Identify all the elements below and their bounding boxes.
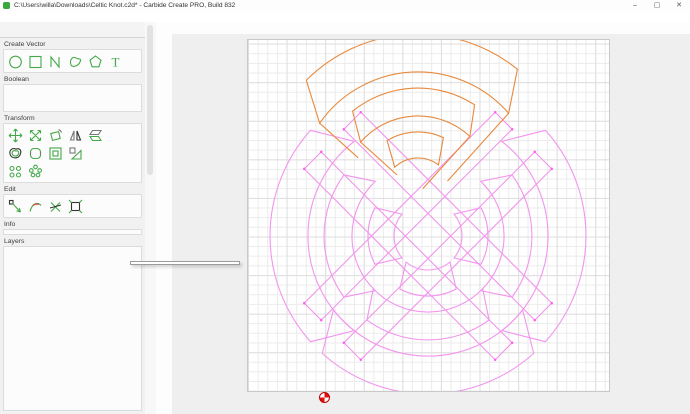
menu-bar (0, 11, 690, 22)
panel-scrollbar-thumb[interactable] (147, 25, 153, 175)
vector-group-pink[interactable] (269, 109, 587, 391)
maximize-button[interactable]: ▢ (646, 0, 668, 11)
close-button[interactable]: ✕ (668, 0, 690, 11)
rectangle-icon[interactable] (27, 53, 44, 69)
create-vector-title: Create Vector (4, 41, 46, 48)
boundary-box-icon[interactable] (67, 198, 84, 214)
info-title: Info (4, 221, 16, 228)
stock-area[interactable] (247, 39, 610, 403)
move-icon[interactable] (7, 127, 24, 143)
transform-section: Transform (0, 112, 145, 183)
create-vector-section: Create Vector T (0, 38, 145, 73)
info-section: Info (0, 218, 145, 235)
rotate-icon[interactable] (47, 127, 64, 143)
window-title: C:\Users\willa\Downloads\Celtic Knot.c2d… (14, 2, 236, 9)
svg-text:T: T (112, 54, 120, 69)
minimize-button[interactable]: – (624, 0, 646, 11)
app-icon (3, 2, 10, 9)
layers-title: Layers (4, 238, 25, 245)
tab-bar (0, 22, 145, 38)
text-icon[interactable]: T (107, 53, 124, 69)
edit-section: Edit (0, 183, 145, 218)
trim-vectors-icon[interactable] (47, 198, 64, 214)
offset-icon[interactable] (7, 145, 24, 161)
fillet-icon[interactable] (27, 145, 44, 161)
circle-icon[interactable] (7, 53, 24, 69)
curve-icon[interactable] (67, 53, 84, 69)
curve-edit-icon[interactable] (27, 198, 44, 214)
mirror-icon[interactable] (67, 127, 84, 143)
vertical-ruler (156, 34, 173, 414)
boolean-title: Boolean (4, 76, 29, 83)
circular-array-icon[interactable] (27, 163, 44, 179)
left-panel: Create Vector T Boolean Transform Edit I… (0, 22, 146, 414)
boolean-section: Boolean (0, 73, 145, 112)
celtic-knot-drawing[interactable] (248, 40, 609, 391)
polygon-icon[interactable] (87, 53, 104, 69)
layers-section: Layers (0, 235, 145, 414)
skew-icon[interactable] (87, 127, 104, 143)
transform-title: Transform (4, 115, 35, 122)
polyline-icon[interactable] (47, 53, 64, 69)
app-window: C:\Users\willa\Downloads\Celtic Knot.c2d… (0, 0, 690, 414)
canvas-viewport[interactable] (172, 34, 690, 414)
edit-title: Edit (4, 186, 16, 193)
origin-marker (319, 392, 330, 403)
linear-array-icon[interactable] (7, 163, 24, 179)
scale-icon[interactable] (67, 145, 84, 161)
layer-context-menu (130, 261, 240, 265)
resize-icon[interactable] (27, 127, 44, 143)
trim-icon[interactable] (47, 145, 64, 161)
node-edit-icon[interactable] (7, 198, 24, 214)
